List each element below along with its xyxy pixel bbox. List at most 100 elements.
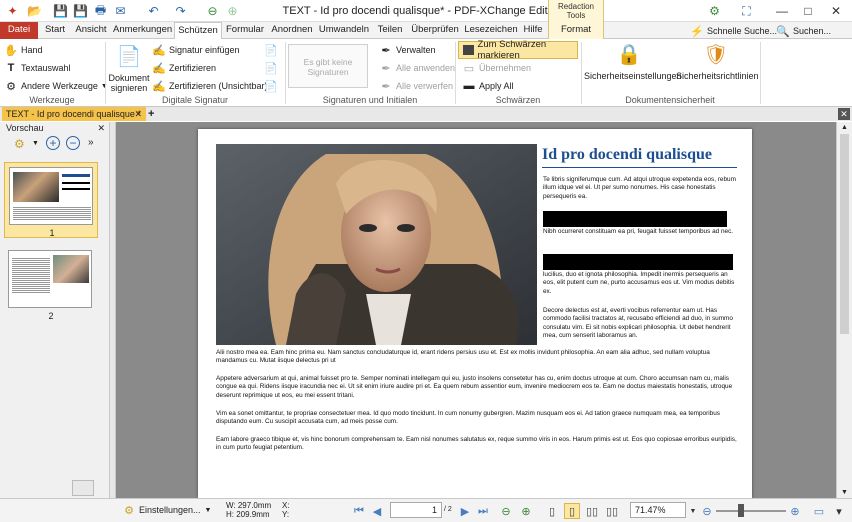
signature-validate-button[interactable]: 📄 bbox=[264, 61, 281, 75]
back-view-icon[interactable]: ⊖ bbox=[498, 503, 514, 519]
new-tab-button[interactable]: + bbox=[148, 107, 154, 121]
tab-form[interactable]: Formular bbox=[224, 22, 266, 39]
tab-review[interactable]: Überprüfen bbox=[410, 22, 460, 39]
accept-redaction-button[interactable]: ▭ Übernehmen bbox=[462, 61, 531, 75]
print-icon[interactable]: 🖶 bbox=[92, 3, 109, 19]
settings-button[interactable]: ⚙ Einstellungen... ▼ bbox=[122, 503, 211, 517]
scroll-thumb[interactable] bbox=[840, 134, 849, 334]
page-thumbnail-2[interactable]: 2 bbox=[4, 246, 98, 322]
other-tools-button[interactable]: ⚙Andere Werkzeuge▼ bbox=[4, 79, 108, 93]
close-button[interactable]: ✕ bbox=[824, 2, 848, 20]
page-number-input[interactable]: 1 bbox=[390, 502, 442, 518]
zoom-dropdown-icon[interactable]: ▼ bbox=[688, 503, 698, 519]
apply-all-redactions-button[interactable]: ▬ Apply All bbox=[462, 79, 514, 93]
facing-pages-icon[interactable]: ▯▯ bbox=[584, 503, 600, 519]
signature-clear-icon: 📄 bbox=[264, 80, 278, 93]
previous-page-icon[interactable]: ◀ bbox=[370, 503, 384, 519]
tab-bookmarks[interactable]: Lesezeichen bbox=[464, 22, 518, 39]
tab-share[interactable]: Teilen bbox=[374, 22, 406, 39]
insert-signature-button[interactable]: ✍ Signatur einfügen bbox=[152, 43, 239, 57]
back-icon[interactable]: ⊖ bbox=[204, 3, 221, 19]
paragraph: Vim ea sonet omittantur, te propriae con… bbox=[216, 410, 720, 426]
mark-for-redaction-button[interactable]: Zum Schwärzen markieren bbox=[458, 39, 578, 61]
tab-start[interactable]: Start bbox=[42, 22, 68, 39]
sign-document-icon: 📄 bbox=[116, 46, 142, 68]
signature-verify-button[interactable]: 📄 bbox=[264, 43, 281, 57]
continuous-facing-icon[interactable]: ▯▯ bbox=[604, 503, 620, 519]
text-select-button[interactable]: T Textauswahl bbox=[4, 61, 71, 75]
more-options-icon[interactable]: » bbox=[88, 137, 94, 148]
signature-clear-button[interactable]: 📄 bbox=[264, 79, 281, 93]
save-as-icon[interactable]: 💾 bbox=[72, 3, 89, 19]
zoom-out-icon[interactable]: − bbox=[66, 136, 80, 150]
ribbon-options-icon[interactable]: ⚙ bbox=[706, 3, 723, 19]
scroll-down-icon[interactable]: ▼ bbox=[841, 489, 848, 496]
zoom-in-button[interactable]: ⊕ bbox=[788, 503, 802, 519]
forward-icon[interactable]: ⊕ bbox=[224, 3, 241, 19]
zoom-level-input[interactable]: 71.47% bbox=[630, 502, 686, 518]
manage-signatures-button[interactable]: ✒ Verwalten bbox=[379, 43, 435, 57]
first-page-icon[interactable]: ⏮ bbox=[352, 503, 366, 519]
open-folder-icon[interactable]: 📂 bbox=[26, 3, 43, 19]
thumbnail-settings-icon[interactable]: ⚙ bbox=[14, 137, 25, 151]
tab-convert[interactable]: Umwandeln bbox=[318, 22, 370, 39]
zoom-slider[interactable] bbox=[716, 510, 786, 512]
panel-toolbar: ⚙ ▼ + − » bbox=[0, 134, 109, 154]
close-document-icon[interactable]: ✕ bbox=[838, 108, 850, 120]
save-icon[interactable]: 💾 bbox=[52, 3, 69, 19]
thumbnail-text bbox=[13, 206, 91, 220]
zoom-out-button[interactable]: ⊖ bbox=[700, 503, 714, 519]
last-page-icon[interactable]: ⏭ bbox=[476, 503, 490, 519]
fullscreen-icon[interactable]: ⛶ bbox=[738, 3, 755, 19]
signatures-gallery[interactable]: Es gibt keine Signaturen bbox=[288, 44, 368, 88]
tab-view[interactable]: Ansicht bbox=[72, 22, 110, 39]
thumbnail-photo bbox=[53, 255, 89, 283]
apply-all-signatures-button[interactable]: ✒ Alle anwenden bbox=[379, 61, 455, 75]
tab-protect[interactable]: Schützen bbox=[174, 22, 222, 40]
single-page-icon[interactable]: ▯ bbox=[544, 503, 560, 519]
certify-invisible-icon: ✍ bbox=[152, 80, 166, 93]
document-tab[interactable]: TEXT - Id pro docendi qualisque * ✕ bbox=[2, 107, 146, 121]
scroll-up-icon[interactable]: ▲ bbox=[841, 124, 848, 131]
page-thumbnail-1[interactable]: 1 bbox=[4, 162, 98, 238]
security-settings-button[interactable]: 🔒 Sicherheitseinstellungen bbox=[584, 41, 682, 81]
certify-invisible-button[interactable]: ✍ Zertifizieren (Unsichtbar) bbox=[152, 79, 267, 93]
paragraph: Appetere adversarium at qui, animal fuis… bbox=[216, 375, 733, 399]
tab-comments[interactable]: Anmerkungen bbox=[113, 22, 172, 39]
maximize-button[interactable]: □ bbox=[796, 2, 820, 20]
window-layout-icon[interactable]: ▭ bbox=[812, 503, 826, 519]
quick-launch[interactable]: ⚡ Schnelle Suche... bbox=[690, 24, 777, 38]
forward-view-icon[interactable]: ⊕ bbox=[518, 503, 534, 519]
tab-help[interactable]: Hilfe bbox=[520, 22, 546, 39]
page-dimensions: W: 297.0mm H: 209.9mm bbox=[226, 501, 272, 519]
continuous-page-icon[interactable]: ▯ bbox=[564, 503, 580, 519]
chevron-down-icon[interactable]: ▼ bbox=[32, 140, 39, 147]
accept-icon: ▭ bbox=[463, 62, 475, 75]
close-tab-icon[interactable]: ✕ bbox=[134, 107, 142, 121]
tab-arrange[interactable]: Anordnen bbox=[269, 22, 315, 39]
group-label-redaction: Schwärzen bbox=[495, 95, 541, 105]
tab-file[interactable]: Datei bbox=[0, 22, 38, 39]
more-icon[interactable]: ▾ bbox=[832, 503, 846, 519]
hand-tool-button[interactable]: ✋ Hand bbox=[4, 43, 42, 57]
next-page-icon[interactable]: ▶ bbox=[458, 503, 472, 519]
certify-button[interactable]: ✍ Zertifizieren bbox=[152, 61, 216, 75]
search-icon: 🔍 bbox=[776, 25, 790, 38]
discard-all-signatures-button[interactable]: ✒ Alle verwerfen bbox=[379, 79, 453, 93]
redo-icon[interactable]: ↷ bbox=[172, 3, 189, 19]
sign-document-button[interactable]: 📄 Dokument signieren bbox=[107, 43, 151, 93]
zoom-in-icon[interactable]: + bbox=[46, 136, 60, 150]
email-icon[interactable]: ✉ bbox=[112, 3, 129, 19]
security-policies-button[interactable]: 🛡 Sicherheitsrichtlinien bbox=[676, 41, 759, 81]
redaction-box[interactable] bbox=[543, 254, 733, 270]
close-panel-icon[interactable]: ✕ bbox=[97, 122, 105, 134]
panel-header: Vorschau ✕ bbox=[0, 122, 109, 134]
zoom-slider-thumb[interactable] bbox=[738, 504, 744, 517]
tab-format[interactable]: Format bbox=[548, 22, 604, 39]
undo-icon[interactable]: ↶ bbox=[145, 3, 162, 19]
chevron-down-icon: ▼ bbox=[204, 506, 212, 514]
vertical-scrollbar[interactable]: ▲ ▼ bbox=[836, 122, 852, 498]
redaction-box[interactable] bbox=[543, 211, 727, 227]
search-button[interactable]: 🔍 Suchen... bbox=[776, 24, 831, 38]
minimize-button[interactable]: — bbox=[770, 2, 794, 20]
